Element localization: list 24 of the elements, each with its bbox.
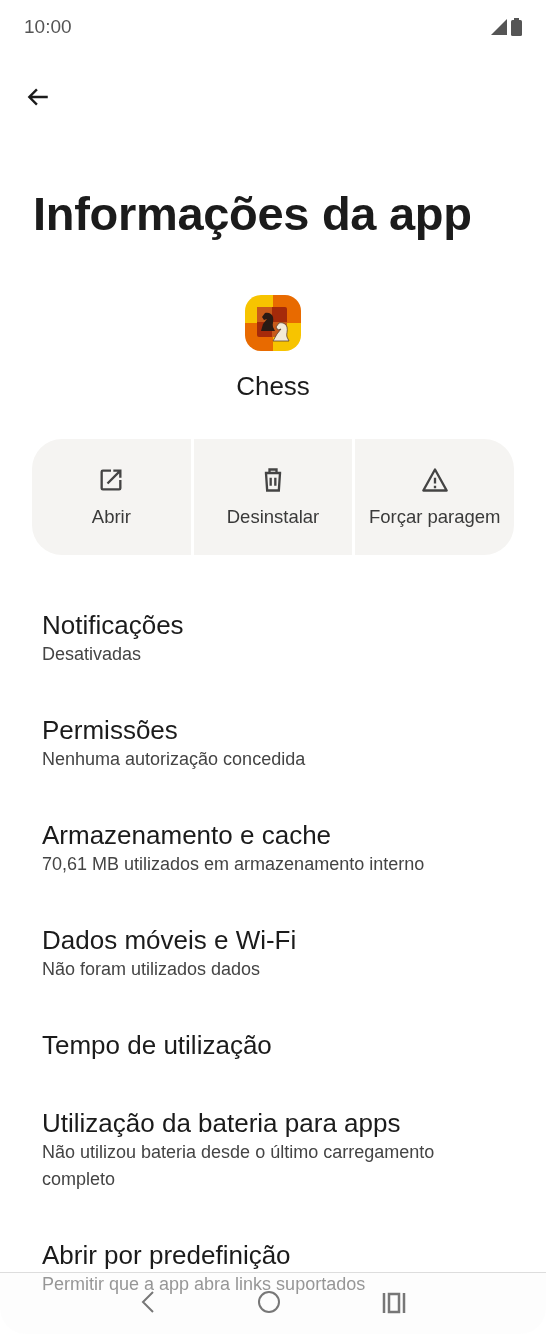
battery-icon bbox=[511, 18, 522, 36]
setting-subtitle: 70,61 MB utilizados em armazenamento interno bbox=[42, 853, 425, 876]
action-button[interactable]: Desinstalar bbox=[193, 439, 353, 555]
action-button[interactable]: Forçar paragem bbox=[355, 439, 514, 555]
chess-app-icon bbox=[245, 295, 301, 351]
setting-title[interactable]: Tempo de utilização bbox=[42, 1029, 272, 1061]
setting-title[interactable]: Permissões bbox=[42, 714, 178, 746]
setting-subtitle: Não utilizou bateria desde o último carregamento completo bbox=[42, 1141, 436, 1191]
setting-subtitle: Permitir que a app abra links suportados bbox=[42, 1273, 366, 1296]
setting-title[interactable]: Abrir por predefinição bbox=[42, 1239, 291, 1271]
setting-subtitle: Nenhuma autorização concedida bbox=[42, 748, 306, 771]
action-button[interactable]: Abrir bbox=[32, 439, 191, 555]
setting-title[interactable]: Notificações bbox=[42, 609, 184, 641]
setting-subtitle: Não foram utilizados dados bbox=[42, 958, 261, 981]
back-nav-icon[interactable] bbox=[140, 1290, 157, 1314]
setting-subtitle: Desativadas bbox=[42, 643, 142, 666]
signal-icon bbox=[491, 19, 507, 35]
warning-icon bbox=[420, 466, 449, 494]
status-time: 10:00 bbox=[24, 16, 72, 38]
app-name: Chess bbox=[236, 371, 310, 402]
setting-title[interactable]: Utilização da bateria para apps bbox=[42, 1107, 401, 1139]
setting-title[interactable]: Armazenamento e cache bbox=[42, 819, 332, 851]
recent-apps-icon[interactable] bbox=[381, 1292, 406, 1314]
setting-title[interactable]: Dados móveis e Wi-Fi bbox=[42, 924, 297, 956]
